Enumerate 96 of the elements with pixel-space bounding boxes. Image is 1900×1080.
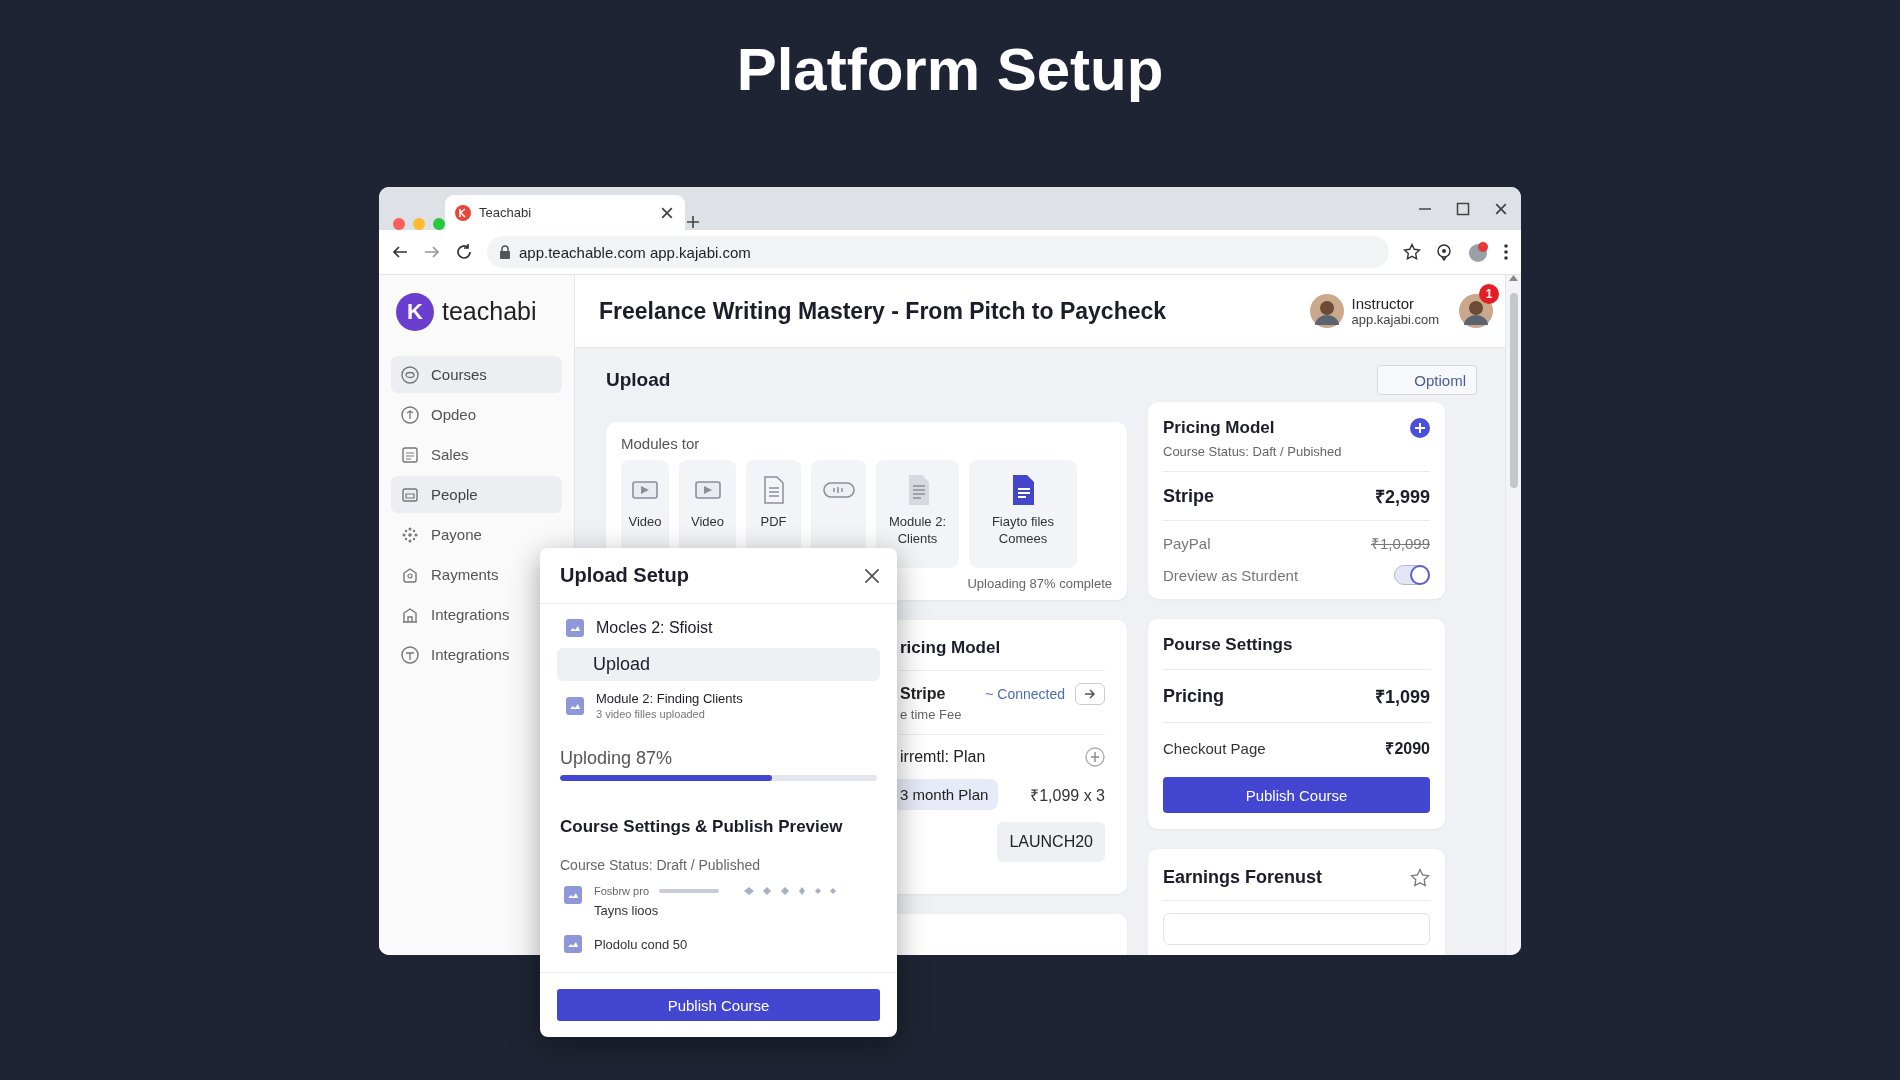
image-icon: [566, 618, 584, 638]
price-value: ₹2090: [1385, 739, 1430, 759]
lock-icon: [499, 245, 511, 259]
profile-avatar-icon[interactable]: [1467, 241, 1489, 263]
building-icon: [401, 605, 419, 624]
star-icon[interactable]: [1410, 867, 1430, 888]
card-title: Pricing Model: [1163, 418, 1275, 438]
video-icon: [694, 479, 721, 501]
scroll-up-icon: [1509, 275, 1518, 281]
user-role: Instructor: [1351, 295, 1416, 312]
tile-label: Video: [691, 514, 724, 531]
module-title: Module 2: Finding Clients: [596, 691, 743, 706]
provider-name: Stripe: [900, 685, 946, 703]
arrow-button[interactable]: [1075, 683, 1105, 705]
course-status: Course Status: Daft / Pubished: [1163, 444, 1343, 459]
sidebar-item[interactable]: Opdeo: [391, 396, 562, 433]
card-icon: [401, 485, 419, 504]
price-value: ₹2,999: [1374, 486, 1430, 508]
price-label: Pricing: [1163, 685, 1224, 707]
compass-icon: [401, 405, 419, 424]
scrollbar[interactable]: [1505, 275, 1521, 955]
module-subtitle: 3 video filles uploaded: [596, 708, 706, 720]
price-label: Checkout Page: [1163, 739, 1266, 757]
video-icon: [632, 479, 658, 501]
price-value: ₹1,099: [1374, 686, 1430, 708]
course-title: Freelance Writing Mastery - From Pitch to Paycheck: [599, 297, 1168, 325]
option-button[interactable]: Optioml: [1377, 365, 1477, 395]
pill-icon: [822, 481, 855, 499]
price-value: ₹1,0,099: [1370, 534, 1430, 553]
new-tab-icon[interactable]: [685, 214, 701, 230]
coupon-code: LAUNCH20: [997, 822, 1105, 862]
dots-icon: [401, 525, 419, 544]
preview-label: Fosbrw pro: [594, 885, 650, 897]
user-domain: app.kajabi.com: [1351, 312, 1439, 327]
document-icon: [1010, 474, 1036, 506]
sidebar-item[interactable]: Rayments: [391, 556, 562, 593]
image-icon: [564, 885, 582, 905]
house-icon: [401, 565, 419, 584]
card-title: Pourse Settings: [1163, 635, 1294, 655]
upload-row[interactable]: Upload: [557, 648, 880, 681]
page-title: Platform Setup: [736, 35, 1164, 105]
price-label: Stripe: [1163, 485, 1214, 507]
sidebar-item[interactable]: People: [391, 476, 562, 513]
tile-label: PDF: [760, 514, 787, 531]
toggle-label: Dreview as Sturdent: [1163, 566, 1299, 584]
price-label: PayPal: [1163, 534, 1211, 552]
avatar-icon: [1309, 294, 1344, 328]
document-icon: [762, 476, 785, 504]
input-field[interactable]: [1163, 913, 1430, 945]
sidebar-item[interactable]: Sales: [391, 436, 562, 473]
module-title: Mocles 2: Sfioist: [596, 619, 713, 637]
sidebar-item[interactable]: Integrations: [391, 596, 562, 633]
brand-logo: K: [396, 292, 434, 331]
plan-price: ₹1,099 x 3: [1030, 785, 1105, 806]
plan-heading: irremtl: Plan: [900, 748, 986, 766]
scrollbar-thumb[interactable]: [1509, 293, 1518, 488]
image-icon: [566, 695, 584, 716]
sidebar-item[interactable]: Courses: [391, 356, 562, 393]
browser-tab[interactable]: Teachabi: [445, 195, 685, 230]
location-pin-icon[interactable]: [1435, 243, 1453, 261]
brand-name: teachabi: [442, 297, 537, 326]
toggle-switch[interactable]: [1394, 565, 1430, 585]
upload-status: Uploading 87% complete: [967, 576, 1112, 591]
progress-label: Uploding 87%: [560, 748, 674, 769]
section-title: Course Settings & Publish Preview: [560, 817, 844, 837]
card-title: Earnings Forenust: [1163, 867, 1323, 888]
section-heading: Upload: [606, 369, 671, 391]
bookmark-star-icon[interactable]: [1403, 243, 1421, 261]
list-icon: [401, 445, 419, 464]
traffic-lights-icon: [393, 218, 445, 230]
sidebar-item[interactable]: Payone: [391, 516, 562, 553]
connection-status: ~ Connected: [985, 686, 1065, 702]
publish-button[interactable]: Publish Course: [1163, 777, 1430, 813]
fee-note: e time Fee: [900, 707, 963, 722]
favicon-icon: [455, 204, 471, 221]
eye-icon: [401, 365, 419, 384]
card-title: ricing Model: [900, 638, 1002, 658]
preview-label: Plodolu cond 50: [594, 936, 688, 952]
reload-icon[interactable]: [455, 243, 473, 261]
notification-badge: 1: [1479, 284, 1499, 304]
course-status: Course Status: Draft / Published: [560, 857, 761, 873]
arrow-right-icon: [1084, 689, 1096, 699]
image-icon: [564, 934, 582, 954]
publish-button[interactable]: Publish Course: [557, 989, 880, 1021]
tile-label: Module 2: Clients: [887, 514, 948, 548]
module-tile[interactable]: Module 2: Clients: [876, 460, 959, 568]
card-title: Modules tor: [621, 435, 701, 452]
tile-label: Video: [628, 514, 662, 531]
maximize-icon[interactable]: [1455, 200, 1471, 217]
tile-label: Fiayto files Comees: [990, 514, 1056, 548]
module-tile[interactable]: Fiayto files Comees: [969, 460, 1077, 568]
address-bar[interactable]: app.teachable.com app.kajabi.com: [487, 236, 1389, 268]
circle-icon: [401, 645, 419, 664]
add-icon[interactable]: [1410, 418, 1430, 438]
preview-note: Tayns lioos: [594, 903, 660, 918]
more-menu-icon[interactable]: [1503, 243, 1509, 261]
